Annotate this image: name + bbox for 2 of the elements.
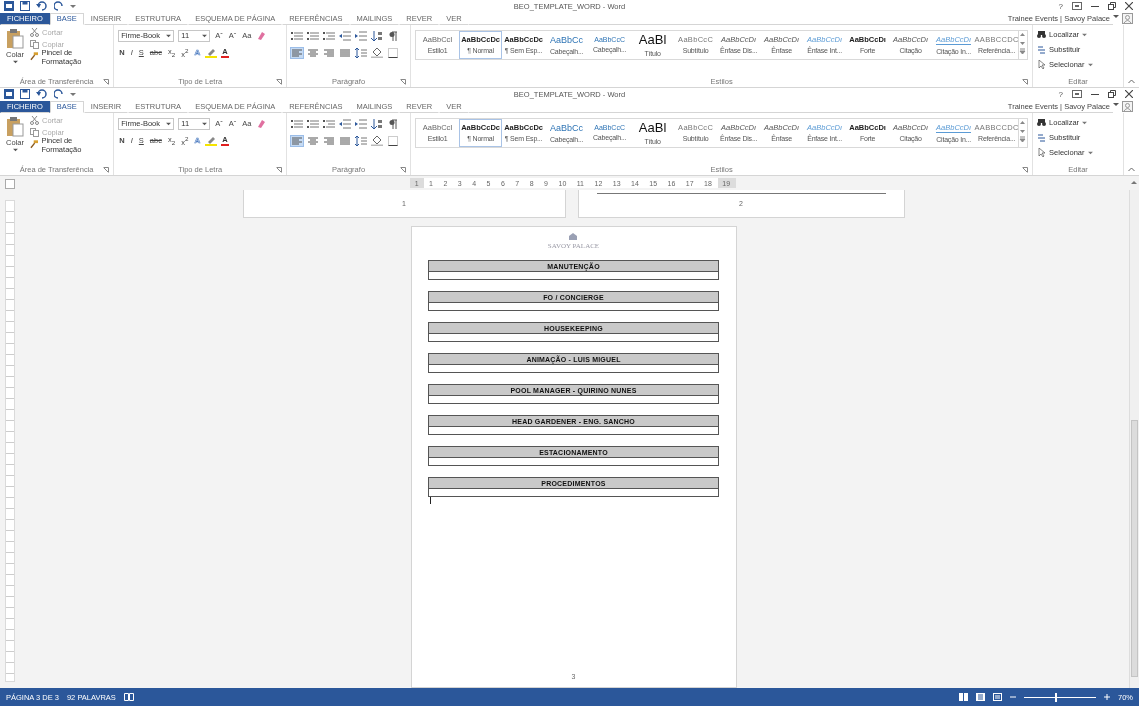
help-button[interactable]: ? <box>1058 1 1063 11</box>
help-button[interactable]: ? <box>1058 89 1063 99</box>
